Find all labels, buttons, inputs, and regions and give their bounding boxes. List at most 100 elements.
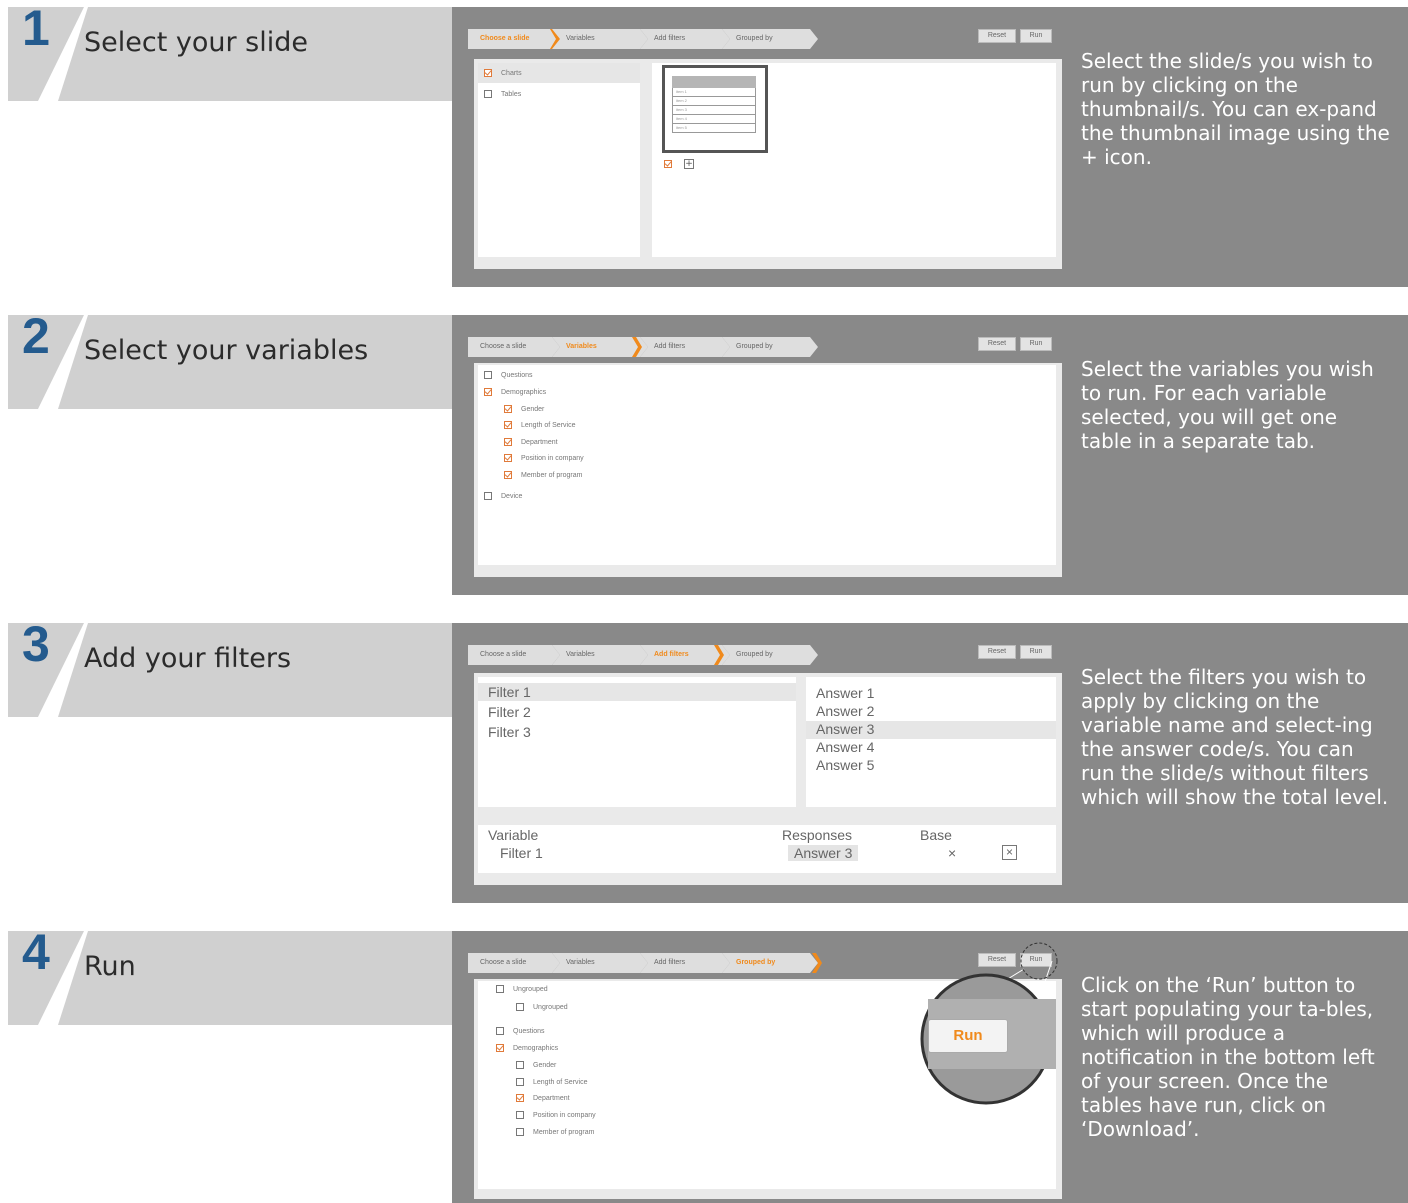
variable-demographics[interactable]: Demographics bbox=[484, 388, 546, 396]
variable-label: Questions bbox=[501, 371, 533, 379]
screenshot-panel: Choose a slide Variables Add filters Gro… bbox=[452, 931, 1408, 1203]
checkbox-icon[interactable] bbox=[496, 1044, 504, 1052]
run-button[interactable]: Run bbox=[1020, 645, 1052, 659]
step-divider bbox=[38, 623, 88, 717]
run-button[interactable]: Run bbox=[1020, 337, 1052, 351]
tab-grouped-by[interactable]: Grouped by bbox=[722, 645, 818, 665]
checkbox-icon[interactable] bbox=[504, 454, 512, 462]
summary-variable: Filter 1 bbox=[500, 845, 543, 861]
step-description: Click on the ‘Run’ button to start popul… bbox=[1081, 973, 1375, 1141]
slide-type-charts[interactable]: Charts bbox=[484, 69, 522, 77]
variable-gender[interactable]: Gender bbox=[504, 405, 544, 413]
answer-item[interactable]: Answer 2 bbox=[816, 703, 874, 719]
tab-add-filters[interactable]: Add filters bbox=[640, 953, 730, 973]
group-position[interactable]: Position in company bbox=[516, 1111, 596, 1119]
answer-item[interactable]: Answer 4 bbox=[816, 739, 874, 755]
step-title: Run bbox=[84, 951, 136, 982]
checkbox-icon[interactable] bbox=[516, 1111, 524, 1119]
tab-variables[interactable]: Variables bbox=[552, 953, 648, 973]
checkbox-icon[interactable] bbox=[516, 1078, 524, 1086]
tab-grouped-by[interactable]: Grouped by bbox=[722, 29, 818, 49]
thumbnail-area: item 1 item 2 item 3 item 4 item 5 + bbox=[652, 63, 1056, 257]
checkbox-icon[interactable] bbox=[484, 371, 492, 379]
slide-thumbnail[interactable]: item 1 item 2 item 3 item 4 item 5 bbox=[662, 65, 768, 153]
checkbox-icon[interactable] bbox=[484, 492, 492, 500]
step-4: 4 Run Choose a slide Variables Add filte… bbox=[0, 931, 1408, 1203]
thumbnail-row: item 4 bbox=[672, 115, 756, 124]
checkbox-icon[interactable] bbox=[504, 421, 512, 429]
checkbox-icon[interactable] bbox=[504, 438, 512, 446]
checkbox-icon[interactable] bbox=[516, 1003, 524, 1011]
group-ungrouped-child[interactable]: Ungrouped bbox=[516, 1003, 568, 1011]
tab-grouped-by[interactable]: Grouped by bbox=[722, 337, 818, 357]
group-ungrouped[interactable]: Ungrouped bbox=[496, 985, 548, 993]
reset-button[interactable]: Reset bbox=[978, 29, 1016, 43]
slide-type-label: Charts bbox=[501, 69, 522, 77]
checkbox-icon[interactable] bbox=[504, 405, 512, 413]
tab-add-filters[interactable]: Add filters bbox=[640, 29, 730, 49]
tab-choose-slide[interactable]: Choose a slide bbox=[468, 645, 560, 665]
step-description: Select the variables you wish to run. Fo… bbox=[1081, 357, 1374, 453]
checkbox-icon[interactable] bbox=[516, 1094, 524, 1102]
checkbox-icon[interactable] bbox=[484, 90, 492, 98]
group-length-of-service[interactable]: Length of Service bbox=[516, 1078, 587, 1086]
checkbox-icon[interactable] bbox=[504, 471, 512, 479]
screenshot-panel: Choose a slide Variables Add filters Gro… bbox=[452, 7, 1408, 287]
answer-item[interactable]: Answer 3 bbox=[816, 721, 874, 737]
group-member[interactable]: Member of program bbox=[516, 1128, 594, 1136]
checkbox-icon[interactable] bbox=[516, 1061, 524, 1069]
answer-list: Answer 1 Answer 2 Answer 3 Answer 4 Answ… bbox=[806, 677, 1056, 807]
step-divider bbox=[38, 315, 88, 409]
step-divider bbox=[38, 7, 88, 101]
variable-list: Questions Demographics Gender Length of … bbox=[478, 365, 1056, 565]
variable-member[interactable]: Member of program bbox=[504, 471, 582, 479]
filter-item[interactable]: Filter 3 bbox=[488, 724, 531, 740]
filter-item[interactable]: Filter 2 bbox=[488, 704, 531, 720]
slide-type-label: Tables bbox=[501, 90, 522, 98]
checkbox-icon[interactable] bbox=[516, 1128, 524, 1136]
group-questions[interactable]: Questions bbox=[496, 1027, 545, 1035]
variable-department[interactable]: Department bbox=[504, 438, 558, 446]
answer-item[interactable]: Answer 5 bbox=[816, 757, 874, 773]
tab-choose-slide[interactable]: Choose a slide bbox=[468, 953, 560, 973]
tab-variables[interactable]: Variables bbox=[552, 645, 648, 665]
tab-add-filters[interactable]: Add filters bbox=[640, 337, 730, 357]
checkbox-icon[interactable] bbox=[496, 1027, 504, 1035]
summary-header-base: Base bbox=[920, 827, 952, 843]
remove-filter-icon[interactable]: × bbox=[1002, 845, 1017, 860]
slide-type-tables[interactable]: Tables bbox=[484, 90, 521, 98]
variable-position[interactable]: Position in company bbox=[504, 454, 584, 462]
group-department[interactable]: Department bbox=[516, 1094, 570, 1102]
thumbnail-checkbox-icon[interactable] bbox=[664, 160, 672, 168]
step-header: 4 Run bbox=[8, 931, 452, 1025]
variable-length-of-service[interactable]: Length of Service bbox=[504, 421, 575, 429]
group-label: Questions bbox=[513, 1027, 545, 1035]
base-checkmark[interactable]: × bbox=[948, 845, 956, 861]
step-title: Add your filters bbox=[84, 643, 292, 674]
checkbox-icon[interactable] bbox=[496, 985, 504, 993]
run-button-zoom[interactable]: Run bbox=[928, 1019, 1008, 1053]
thumbnail-header bbox=[672, 76, 756, 88]
tab-choose-slide[interactable]: Choose a slide bbox=[468, 337, 560, 357]
checkbox-icon[interactable] bbox=[484, 69, 492, 77]
variable-questions[interactable]: Questions bbox=[484, 371, 533, 379]
filter-summary: Variable Responses Base Filter 1 Answer … bbox=[478, 825, 1056, 873]
tab-grouped-by[interactable]: Grouped by bbox=[722, 953, 818, 973]
tab-choose-slide[interactable]: Choose a slide bbox=[468, 29, 560, 49]
expand-plus-icon[interactable]: + bbox=[684, 159, 694, 169]
tab-variables[interactable]: Variables bbox=[552, 29, 648, 49]
wizard-tabs: Choose a slide Variables Add filters Gro… bbox=[468, 953, 822, 973]
group-gender[interactable]: Gender bbox=[516, 1061, 556, 1069]
tab-variables[interactable]: Variables bbox=[552, 337, 648, 357]
run-button[interactable]: Run bbox=[1020, 29, 1052, 43]
answer-item[interactable]: Answer 1 bbox=[816, 685, 874, 701]
reset-button[interactable]: Reset bbox=[978, 337, 1016, 351]
summary-header-responses: Responses bbox=[782, 827, 853, 843]
reset-button[interactable]: Reset bbox=[978, 645, 1016, 659]
checkbox-icon[interactable] bbox=[484, 388, 492, 396]
wizard-tabs: Choose a slide Variables Add filters Gro… bbox=[468, 645, 808, 665]
group-demographics[interactable]: Demographics bbox=[496, 1044, 558, 1052]
thumbnail-row: item 1 bbox=[672, 88, 756, 97]
filter-item[interactable]: Filter 1 bbox=[488, 684, 531, 700]
variable-device[interactable]: Device bbox=[484, 492, 522, 500]
